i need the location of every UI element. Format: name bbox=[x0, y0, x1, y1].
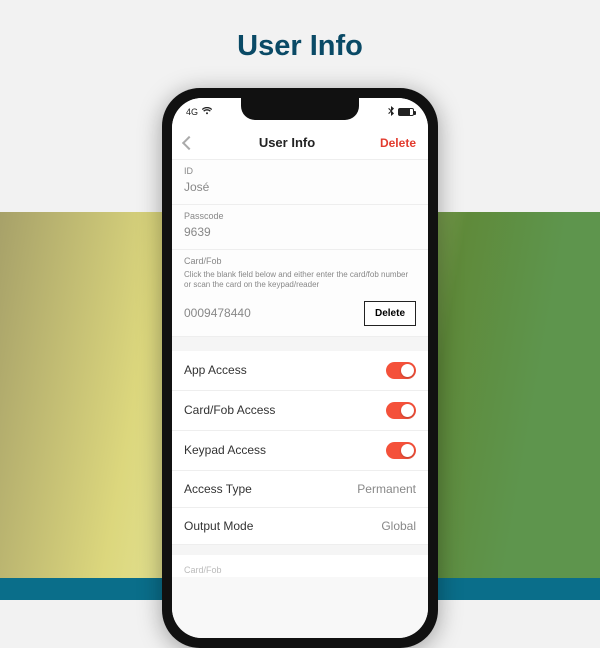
cardfob-help: Click the blank field below and either e… bbox=[184, 270, 416, 291]
output-mode-label: Output Mode bbox=[184, 519, 253, 533]
passcode-value: 9639 bbox=[184, 225, 416, 239]
truncated-section: Card/Fob bbox=[172, 545, 428, 577]
card-access-row[interactable]: Card/Fob Access bbox=[172, 391, 428, 431]
content-area: ID José Passcode 9639 Card/Fob Click the… bbox=[172, 160, 428, 638]
cardfob-label: Card/Fob bbox=[184, 256, 416, 266]
signal-label: 4G bbox=[186, 107, 198, 117]
access-type-label: Access Type bbox=[184, 482, 252, 496]
cardfob-input[interactable]: 0009478440 bbox=[184, 306, 356, 320]
card-access-label: Card/Fob Access bbox=[184, 403, 275, 417]
passcode-label: Passcode bbox=[184, 211, 416, 221]
nav-bar: User Info Delete bbox=[172, 126, 428, 160]
page-title: User Info bbox=[0, 30, 600, 63]
chevron-left-icon bbox=[182, 135, 196, 149]
phone-screen: 4G 08:00 AM User Info Delete bbox=[172, 98, 428, 638]
id-label: ID bbox=[184, 166, 416, 176]
battery-icon bbox=[398, 108, 414, 116]
keypad-access-label: Keypad Access bbox=[184, 443, 266, 457]
id-field[interactable]: ID José bbox=[172, 160, 428, 205]
cardfob-field: Card/Fob Click the blank field below and… bbox=[172, 250, 428, 337]
cardfob-delete-button[interactable]: Delete bbox=[364, 301, 416, 326]
nav-delete-button[interactable]: Delete bbox=[380, 136, 416, 150]
output-mode-row[interactable]: Output Mode Global bbox=[172, 508, 428, 545]
app-access-row[interactable]: App Access bbox=[172, 351, 428, 391]
truncated-label: Card/Fob bbox=[184, 565, 222, 575]
phone-notch bbox=[241, 98, 359, 120]
card-access-toggle[interactable] bbox=[386, 402, 416, 419]
output-mode-value: Global bbox=[381, 519, 416, 533]
wifi-icon bbox=[202, 107, 212, 117]
section-spacer bbox=[172, 337, 428, 351]
passcode-field[interactable]: Passcode 9639 bbox=[172, 205, 428, 250]
id-value: José bbox=[184, 180, 416, 194]
keypad-access-toggle[interactable] bbox=[386, 442, 416, 459]
nav-title: User Info bbox=[259, 135, 315, 150]
app-access-toggle[interactable] bbox=[386, 362, 416, 379]
app-access-label: App Access bbox=[184, 363, 247, 377]
keypad-access-row[interactable]: Keypad Access bbox=[172, 431, 428, 471]
access-type-value: Permanent bbox=[357, 482, 416, 496]
phone-frame: 4G 08:00 AM User Info Delete bbox=[162, 88, 438, 648]
access-type-row[interactable]: Access Type Permanent bbox=[172, 471, 428, 508]
bluetooth-icon bbox=[388, 106, 394, 118]
back-button[interactable] bbox=[184, 138, 194, 148]
